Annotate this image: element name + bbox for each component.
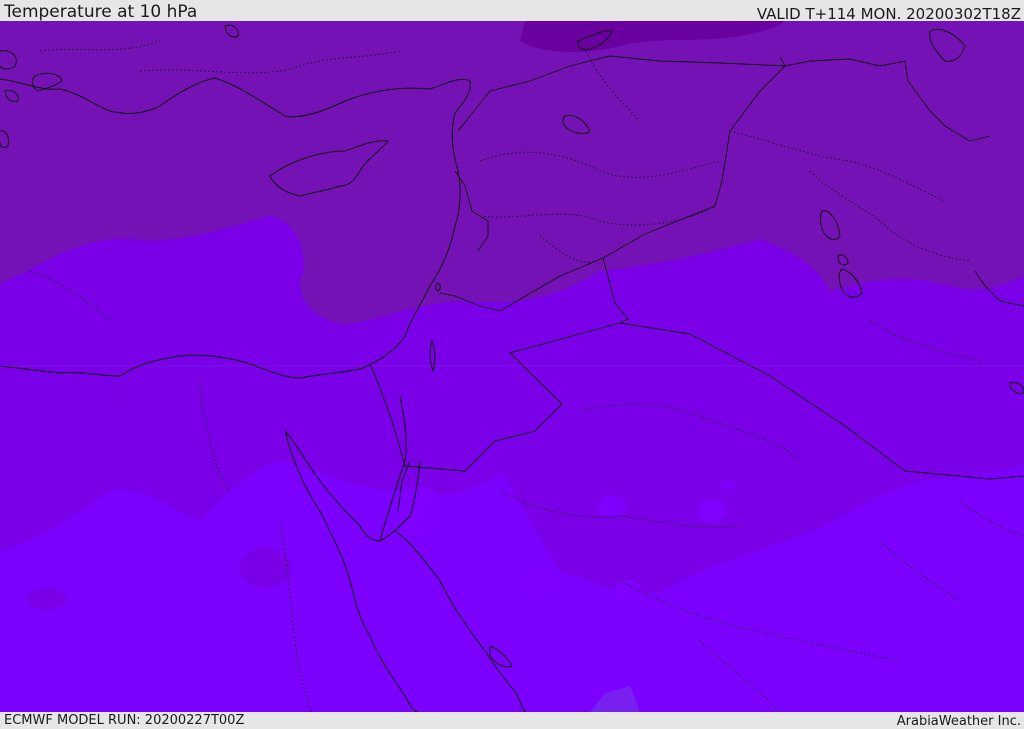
credit-label: ArabiaWeather Inc. [896, 714, 1021, 729]
model-run-label: ECMWF MODEL RUN: 20200227T00Z [4, 713, 245, 728]
header-bar: Temperature at 10 hPa VALID T+114 MON. 2… [0, 0, 1024, 23]
map-title: Temperature at 10 hPa [4, 2, 198, 22]
footer-bar: ECMWF MODEL RUN: 20200227T00Z ArabiaWeat… [0, 712, 1024, 729]
weather-map-frame: Temperature at 10 hPa VALID T+114 MON. 2… [0, 0, 1024, 729]
temperature-map [0, 21, 1024, 712]
map-panel [0, 21, 1024, 712]
valid-time-label: VALID T+114 MON. 20200302T18Z [756, 5, 1021, 23]
